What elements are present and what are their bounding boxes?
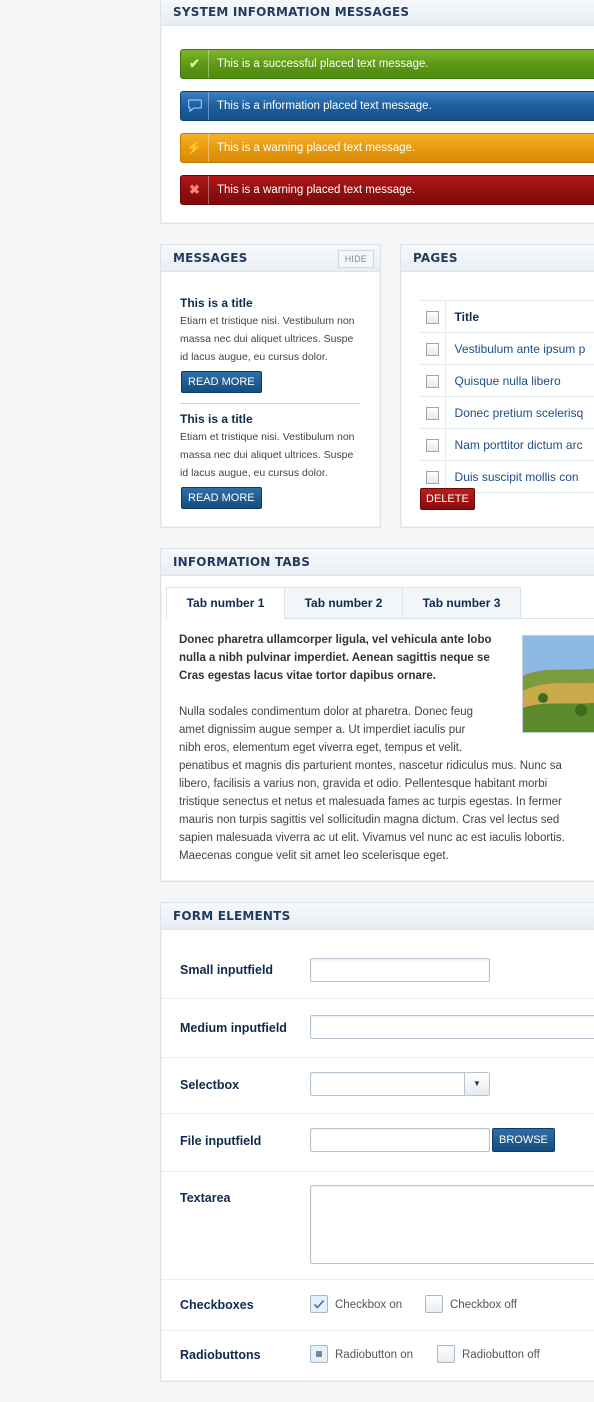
info-message: This is a information placed text messag… xyxy=(180,91,594,121)
textarea-label: Textarea xyxy=(180,1191,231,1205)
form-elements-title: FORM ELEMENTS xyxy=(161,903,594,930)
radio-off[interactable] xyxy=(437,1345,455,1363)
tab-body-line: Nulla sodales condimentum dolor at phare… xyxy=(179,706,474,718)
error-message-text: This is a warning placed text message. xyxy=(217,184,416,196)
cross-icon: ✖ xyxy=(181,176,209,204)
success-message: ✔ This is a successful placed text messa… xyxy=(180,49,594,79)
tab-1[interactable]: Tab number 1 xyxy=(166,587,285,619)
check-icon: ✔ xyxy=(181,50,209,78)
read-more-button[interactable]: READ MORE xyxy=(181,487,262,509)
tab-body-line: penatibus et magnis dis parturient monte… xyxy=(179,760,562,772)
medium-input[interactable] xyxy=(310,1015,594,1039)
lightning-icon: ⚡ xyxy=(181,134,209,162)
form-row-select: Selectbox ▼ xyxy=(161,1058,594,1114)
radio-dot-icon xyxy=(316,1351,322,1357)
warning-message-text: This is a warning placed text message. xyxy=(217,142,416,154)
radio-off-label: Radiobutton off xyxy=(462,1349,540,1361)
checkbox-on-label: Checkbox on xyxy=(335,1299,403,1311)
tab-intro: Donec pharetra ullamcorper ligula, vel v… xyxy=(179,634,492,682)
radio-on[interactable] xyxy=(310,1345,328,1363)
pages-title: PAGES xyxy=(401,245,594,272)
select-label: Selectbox xyxy=(180,1078,240,1092)
row-checkbox[interactable] xyxy=(425,374,439,388)
article-body: Etiam et tristique nisi. Vestibulum non … xyxy=(180,315,355,363)
checkbox-on[interactable] xyxy=(310,1295,328,1313)
error-message: ✖ This is a warning placed text message. xyxy=(180,175,594,205)
form-elements-panel: FORM ELEMENTS Small inputfield Medium in… xyxy=(160,902,594,1382)
system-messages-panel: SYSTEM INFORMATION MESSAGES ✔ This is a … xyxy=(160,0,594,224)
tab-2[interactable]: Tab number 2 xyxy=(284,587,403,619)
textarea[interactable] xyxy=(310,1185,594,1264)
system-messages-title: SYSTEM INFORMATION MESSAGES xyxy=(161,0,594,26)
article-divider xyxy=(180,403,360,404)
tab-3[interactable]: Tab number 3 xyxy=(402,587,521,619)
warning-message: ⚡ This is a warning placed text message. xyxy=(180,133,594,163)
row-checkbox[interactable] xyxy=(425,342,439,356)
read-more-button[interactable]: READ MORE xyxy=(181,371,262,393)
chevron-down-icon[interactable]: ▼ xyxy=(464,1073,489,1095)
messages-panel: MESSAGES HIDE This is a title Etiam et t… xyxy=(160,244,381,528)
form-row-file: File inputfield BROWSE xyxy=(161,1114,594,1172)
table-row: Donec pretium scelerisq xyxy=(420,396,594,429)
pages-panel: PAGES Title Vestibulum ante ipsum p Quis… xyxy=(400,244,594,528)
messages-title: MESSAGES HIDE xyxy=(161,245,380,272)
checkbox-off-label: Checkbox off xyxy=(450,1299,517,1311)
column-header-title: Title xyxy=(445,300,594,333)
checkbox-off[interactable] xyxy=(425,1295,443,1313)
form-row-small: Small inputfield xyxy=(161,941,594,999)
row-checkbox[interactable] xyxy=(425,406,439,420)
pages-table: Title Vestibulum ante ipsum p Quisque nu… xyxy=(420,300,594,493)
page-title-link[interactable]: Nam porttitor dictum arc xyxy=(445,428,594,461)
file-input-label: File inputfield xyxy=(180,1134,262,1148)
checkboxes-label: Checkboxes xyxy=(180,1298,254,1312)
tab-body-line: nibh eros, elementum eget viverra eget, … xyxy=(179,742,463,754)
information-tabs-title: INFORMATION TABS xyxy=(161,549,594,576)
radio-on-label: Radiobutton on xyxy=(335,1349,414,1361)
delete-button[interactable]: DELETE xyxy=(420,488,475,510)
tab-body-line: tristique senectus et netus et malesuada… xyxy=(179,796,562,808)
success-message-text: This is a successful placed text message… xyxy=(217,58,429,70)
browse-button[interactable]: BROWSE xyxy=(492,1128,555,1152)
tab-body-line: amet dignissim augue semper a. Ut imperd… xyxy=(179,724,466,736)
tab-body-line: mauris non turpis sagittis vel sollicitu… xyxy=(179,814,560,826)
article-title: This is a title xyxy=(180,412,253,426)
information-tabs-panel: INFORMATION TABS Tab number 1 Tab number… xyxy=(160,548,594,882)
page-title-link[interactable]: Donec pretium scelerisq xyxy=(445,396,594,429)
select-box[interactable]: ▼ xyxy=(310,1072,490,1096)
small-input-label: Small inputfield xyxy=(180,963,274,977)
speech-bubble-icon xyxy=(181,92,209,120)
form-row-textarea: Textarea xyxy=(161,1172,594,1280)
tab-body-line: libero, facilisis a varius non, gravida … xyxy=(179,778,548,790)
small-input[interactable] xyxy=(310,958,490,982)
form-row-medium: Medium inputfield xyxy=(161,999,594,1058)
table-header-row: Title xyxy=(420,300,594,333)
table-row: Nam porttitor dictum arc xyxy=(420,428,594,461)
tab-body: Nulla sodales condimentum dolor at phare… xyxy=(179,703,594,865)
form-row-checkboxes: Checkboxes Checkbox on Checkbox off xyxy=(161,1280,594,1331)
article-title: This is a title xyxy=(180,296,253,310)
form-row-radios: Radiobuttons Radiobutton on Radiobutton … xyxy=(161,1331,594,1379)
row-checkbox[interactable] xyxy=(425,438,439,452)
page-title-link[interactable]: Vestibulum ante ipsum p xyxy=(445,332,594,365)
radiobuttons-label: Radiobuttons xyxy=(180,1348,261,1362)
table-row: Vestibulum ante ipsum p xyxy=(420,332,594,365)
table-row: Quisque nulla libero xyxy=(420,364,594,397)
messages-title-text: MESSAGES xyxy=(173,251,248,265)
info-message-text: This is a information placed text messag… xyxy=(217,100,432,112)
tab-body-line: sapien malesuada viverra ac ut elit. Viv… xyxy=(179,832,565,844)
select-all-checkbox[interactable] xyxy=(425,310,439,324)
article-body: Etiam et tristique nisi. Vestibulum non … xyxy=(180,431,355,479)
tab-body-line: Maecenas congue velit sit amet leo scele… xyxy=(179,850,449,862)
file-input[interactable] xyxy=(310,1128,490,1152)
row-checkbox[interactable] xyxy=(425,470,439,484)
page-title-link[interactable]: Quisque nulla libero xyxy=(445,364,594,397)
hide-button[interactable]: HIDE xyxy=(337,250,374,268)
check-icon xyxy=(313,1299,325,1309)
medium-input-label: Medium inputfield xyxy=(180,1021,287,1035)
